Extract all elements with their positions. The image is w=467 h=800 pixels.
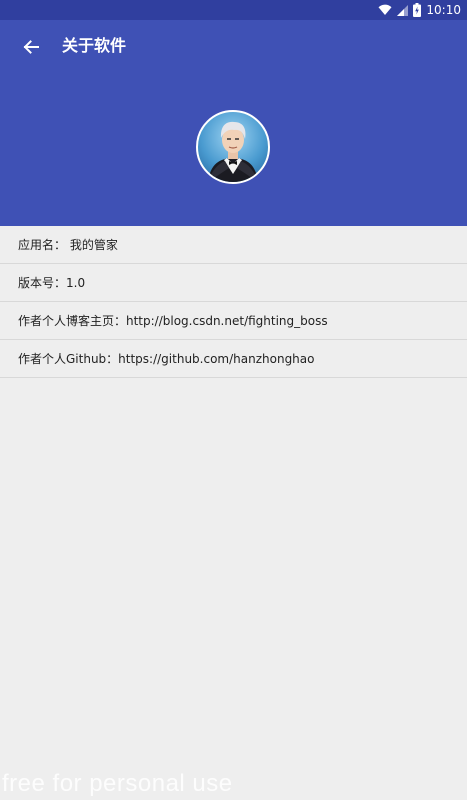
list-item-blog[interactable]: 作者个人博客主页：http://blog.csdn.net/fighting_b… — [0, 302, 467, 340]
status-time: 10:10 — [426, 3, 461, 17]
list-item-version[interactable]: 版本号：1.0 — [0, 264, 467, 302]
github-text: 作者个人Github：https://github.com/hanzhongha… — [18, 352, 315, 366]
arrow-left-icon — [23, 40, 39, 54]
battery-icon — [413, 3, 422, 17]
back-button[interactable] — [16, 32, 46, 62]
avatar-illustration — [208, 121, 258, 182]
cell-signal-icon — [397, 4, 409, 16]
watermark: free for personal use — [2, 770, 233, 797]
list-item-app-name[interactable]: 应用名： 我的管家 — [0, 226, 467, 264]
status-bar: 10:10 — [0, 0, 467, 20]
blog-text: 作者个人博客主页：http://blog.csdn.net/fighting_b… — [18, 314, 328, 328]
page-title: 关于软件 — [62, 36, 127, 55]
wifi-icon — [378, 4, 392, 15]
status-icons: 10:10 — [378, 2, 461, 18]
app-bar: 关于软件 — [0, 20, 467, 226]
info-list: 应用名： 我的管家 版本号：1.0 作者个人博客主页：http://blog.c… — [0, 226, 467, 378]
app-name-text: 应用名： 我的管家 — [18, 238, 118, 252]
avatar[interactable] — [196, 110, 270, 184]
version-text: 版本号：1.0 — [18, 276, 86, 290]
list-item-github[interactable]: 作者个人Github：https://github.com/hanzhongha… — [0, 340, 467, 378]
